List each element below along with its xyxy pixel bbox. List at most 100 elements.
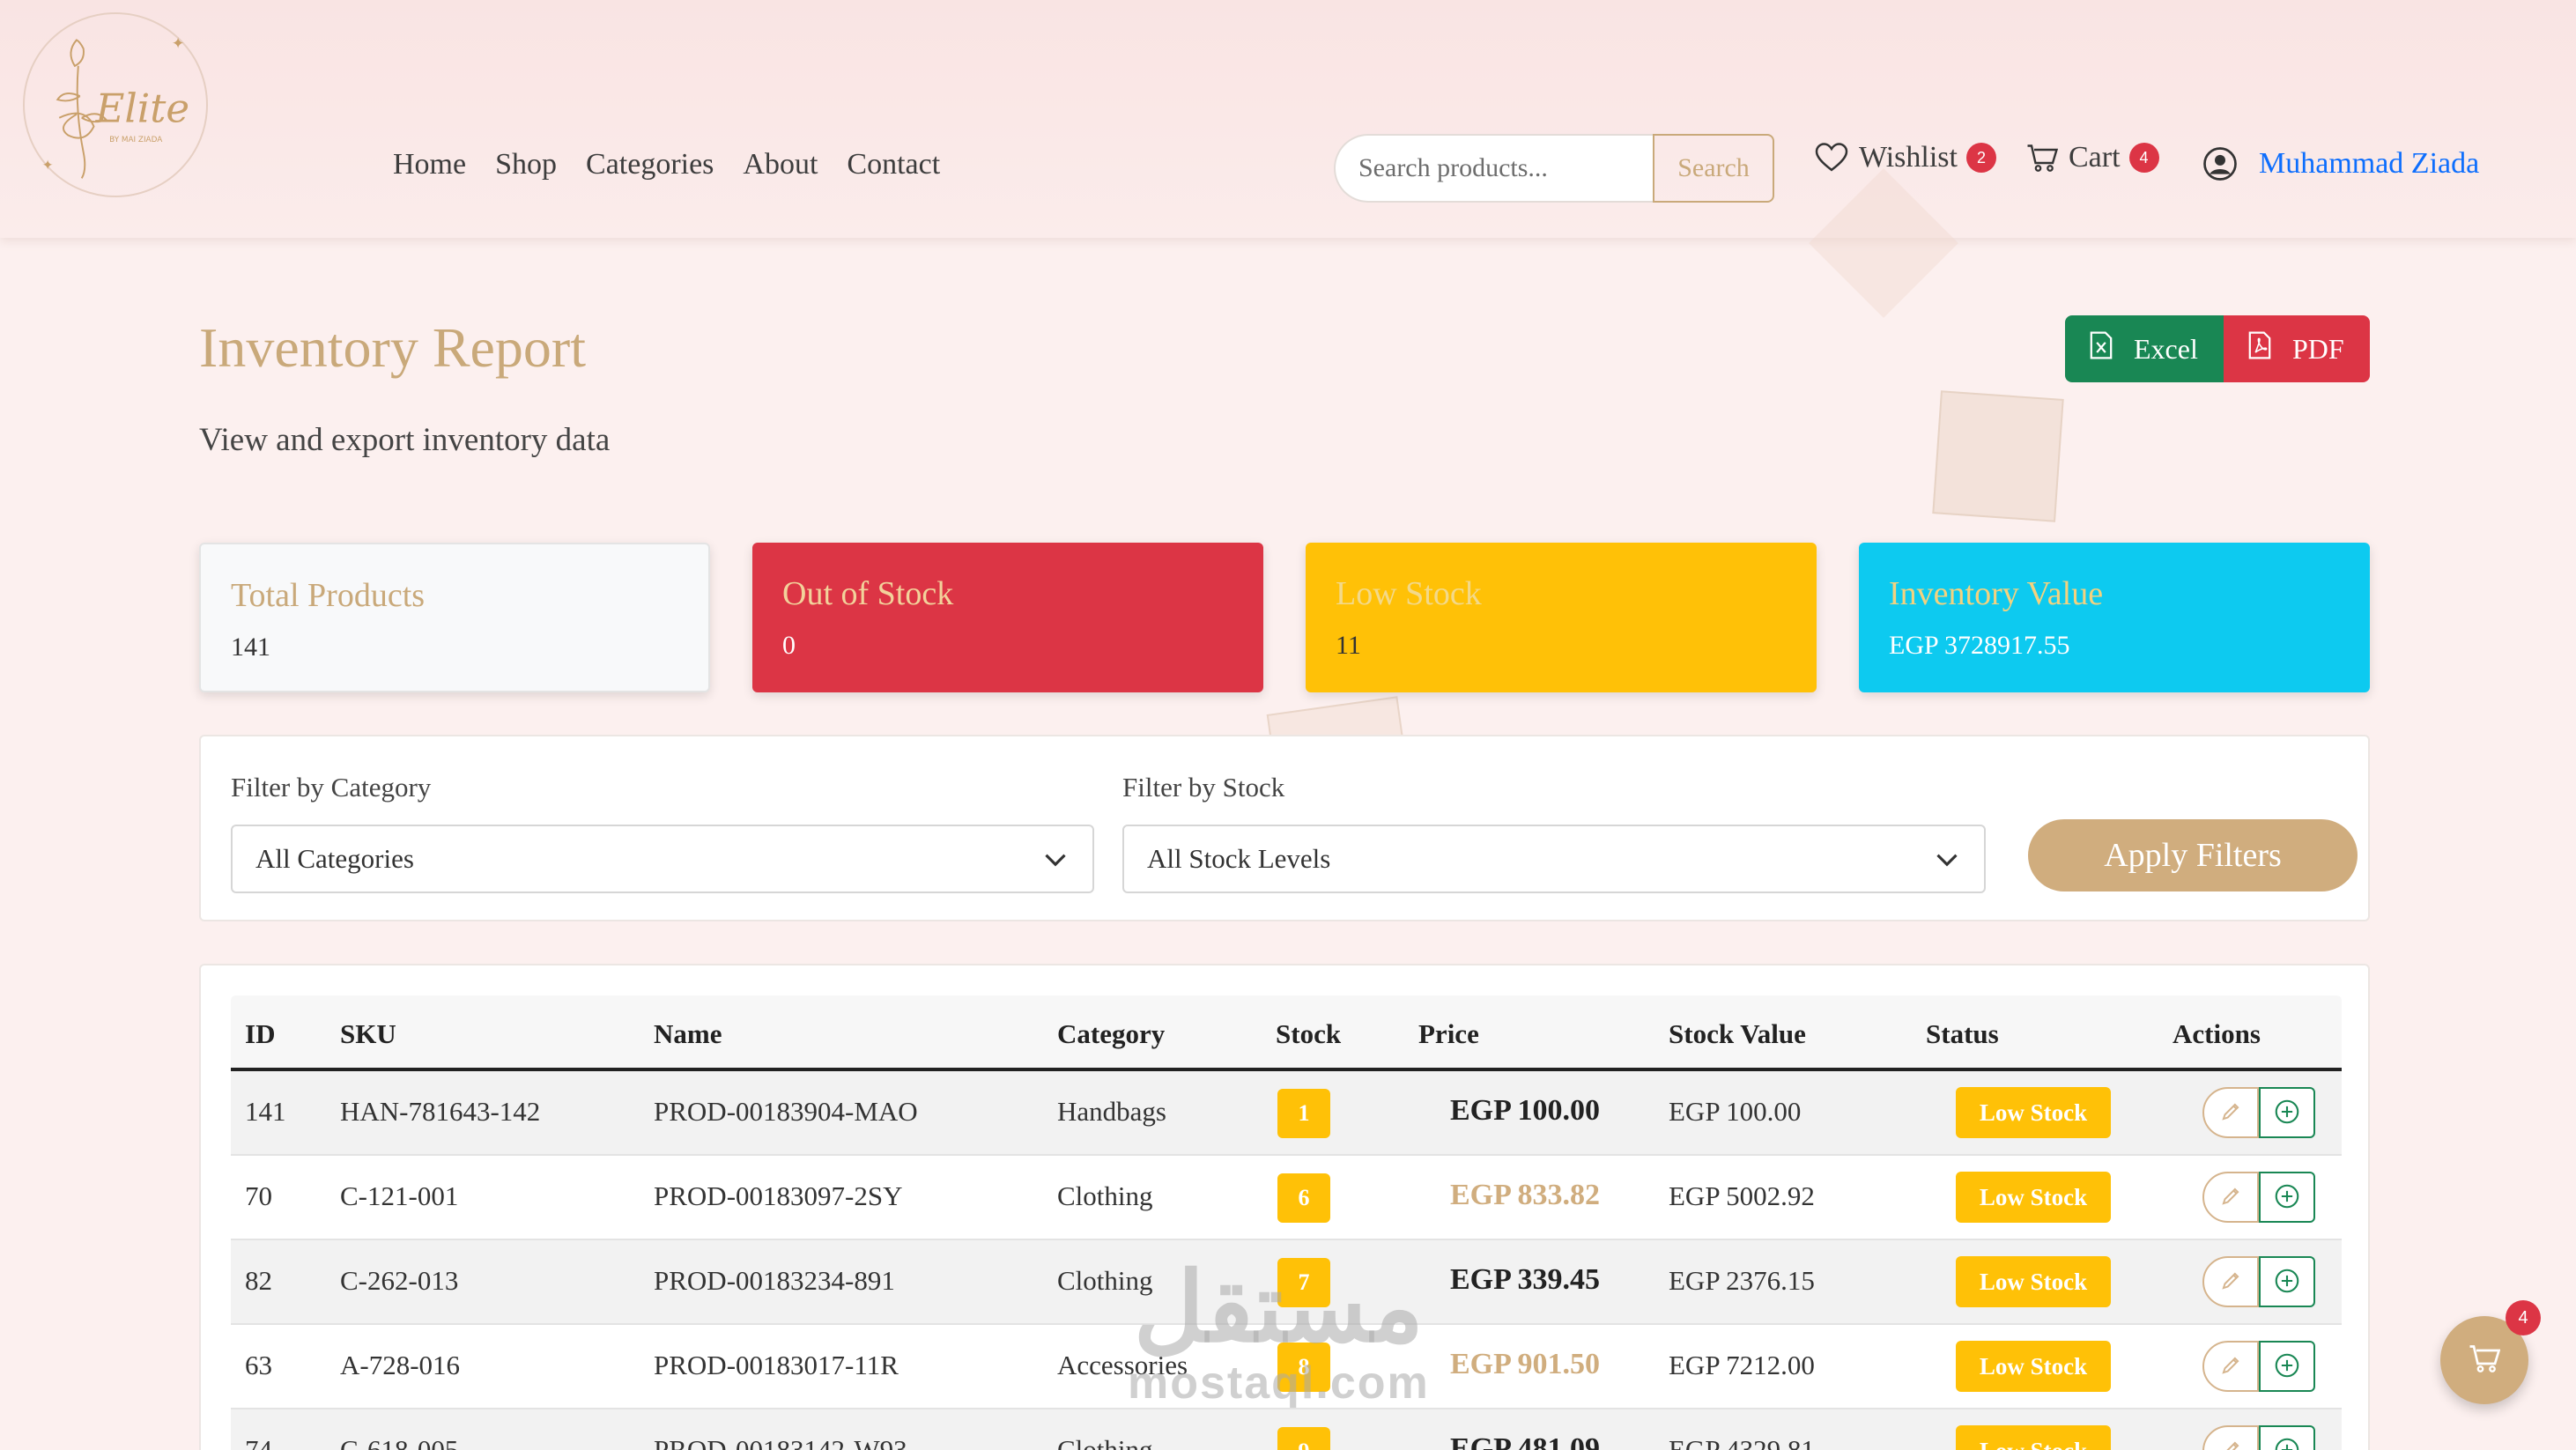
excel-label: Excel — [2134, 332, 2198, 365]
plus-circle-icon — [2275, 1099, 2299, 1127]
cell-sku: C-262-013 — [340, 1265, 459, 1296]
main-nav: Home Shop Categories About Contact — [393, 148, 940, 181]
nav-contact-link[interactable]: Contact — [847, 148, 940, 181]
column-header-name[interactable]: Name — [654, 1018, 722, 1050]
column-header-id[interactable]: ID — [245, 1018, 275, 1050]
cell-price: EGP 901.50 — [1450, 1348, 1601, 1380]
stat-card-low-stock: Low Stock 11 — [1306, 543, 1817, 692]
floating-cart-count-badge: 4 — [2506, 1300, 2541, 1335]
add-stock-button[interactable] — [2259, 1087, 2315, 1138]
page-subtitle: View and export inventory data — [199, 422, 611, 458]
nav-categories-link[interactable]: Categories — [586, 148, 714, 181]
cart-icon — [2026, 143, 2058, 173]
nav-about-link[interactable]: About — [743, 148, 818, 181]
svg-text:BY MAI ZIADA: BY MAI ZIADA — [109, 136, 162, 144]
cell-category: Clothing — [1057, 1434, 1153, 1450]
table-header: ID SKU Name Category Stock Price Stock V… — [231, 995, 2342, 1071]
column-header-actions: Actions — [2173, 1018, 2261, 1049]
column-header-stock-value[interactable]: Stock Value — [1669, 1018, 1806, 1050]
page-title: Inventory Report — [199, 316, 586, 379]
cell-price: EGP 481.09 — [1450, 1432, 1601, 1450]
cart-link[interactable]: Cart 4 — [2026, 141, 2159, 174]
stat-label: Inventory Value — [1889, 575, 2104, 612]
edit-button[interactable] — [2202, 1172, 2259, 1223]
svg-text:Elite: Elite — [94, 85, 189, 132]
cell-id: 70 — [245, 1180, 272, 1211]
nav-home-link[interactable]: Home — [393, 148, 466, 181]
plus-circle-icon — [2275, 1353, 2299, 1380]
table-row: 70 C-121-001 PROD-00183097-2SY Clothing … — [231, 1156, 2342, 1240]
status-badge: Low Stock — [1956, 1087, 2111, 1138]
cell-category: Accessories — [1057, 1350, 1188, 1380]
cell-id: 74 — [245, 1434, 272, 1450]
plus-circle-icon — [2275, 1184, 2299, 1211]
edit-button[interactable] — [2202, 1087, 2259, 1138]
add-stock-button[interactable] — [2259, 1341, 2315, 1392]
pencil-icon — [2219, 1100, 2242, 1126]
nav-shop-link[interactable]: Shop — [495, 148, 557, 181]
inventory-table-card: ID SKU Name Category Stock Price Stock V… — [199, 964, 2370, 1450]
cell-id: 141 — [245, 1096, 286, 1127]
pencil-icon — [2219, 1439, 2242, 1450]
stock-count-badge: 8 — [1277, 1343, 1330, 1392]
filter-card: Filter by Category All Categories Filter… — [199, 735, 2370, 921]
user-name: Muhammad Ziada — [2259, 147, 2480, 180]
file-pdf-icon — [2248, 331, 2271, 366]
table-row: 74 C-618-005 PROD-00183142-W93 Clothing … — [231, 1409, 2342, 1450]
cell-category: Clothing — [1057, 1265, 1153, 1296]
cell-stock-value: EGP 2376.15 — [1669, 1265, 1815, 1296]
export-pdf-button[interactable]: PDF — [2224, 315, 2370, 382]
export-button-group: Excel PDF — [2065, 315, 2370, 382]
edit-button[interactable] — [2202, 1425, 2259, 1450]
stat-value: 0 — [782, 631, 796, 660]
cell-price: EGP 100.00 — [1450, 1094, 1601, 1127]
navbar: Elite BY MAI ZIADA ✦ ✦ Home Shop Categor… — [0, 0, 2576, 238]
cell-price: EGP 833.82 — [1450, 1179, 1601, 1211]
edit-button[interactable] — [2202, 1341, 2259, 1392]
stock-select[interactable]: All Stock Levels — [1122, 825, 1986, 893]
cell-id: 82 — [245, 1265, 272, 1296]
pencil-icon — [2219, 1185, 2242, 1210]
file-excel-icon — [2090, 331, 2113, 366]
status-badge: Low Stock — [1956, 1172, 2111, 1223]
add-stock-button[interactable] — [2259, 1172, 2315, 1223]
edit-button[interactable] — [2202, 1256, 2259, 1307]
cell-sku: C-121-001 — [340, 1180, 459, 1211]
search-input[interactable] — [1334, 134, 1653, 203]
category-select[interactable]: All Categories — [231, 825, 1094, 893]
column-header-stock[interactable]: Stock — [1276, 1018, 1341, 1050]
search-button[interactable]: Search — [1653, 134, 1774, 203]
column-header-status[interactable]: Status — [1926, 1018, 1999, 1050]
chevron-down-icon — [1935, 847, 1959, 879]
user-menu[interactable]: Muhammad Ziada — [2202, 146, 2479, 181]
cell-category: Clothing — [1057, 1180, 1153, 1211]
wishlist-count-badge: 2 — [1965, 143, 1996, 173]
table-row: 141 HAN-781643-142 PROD-00183904-MAO Han… — [231, 1071, 2342, 1156]
user-circle-icon — [2202, 146, 2238, 181]
export-excel-button[interactable]: Excel — [2065, 315, 2224, 382]
add-stock-button[interactable] — [2259, 1256, 2315, 1307]
pencil-icon — [2219, 1354, 2242, 1380]
column-header-sku[interactable]: SKU — [340, 1018, 396, 1050]
table-row: 63 A-728-016 PROD-00183017-11R Accessori… — [231, 1325, 2342, 1409]
apply-filters-button[interactable]: Apply Filters — [2028, 819, 2358, 891]
add-stock-button[interactable] — [2259, 1425, 2315, 1450]
cell-id: 63 — [245, 1350, 272, 1380]
column-header-category[interactable]: Category — [1057, 1018, 1165, 1050]
stock-count-badge: 7 — [1277, 1258, 1330, 1307]
status-badge: Low Stock — [1956, 1425, 2111, 1450]
svg-text:✦: ✦ — [172, 34, 185, 52]
search-form: Search — [1334, 134, 1774, 203]
cell-name: PROD-00183904-MAO — [654, 1096, 918, 1127]
stat-value: 11 — [1336, 631, 1361, 660]
stat-label: Out of Stock — [782, 575, 954, 612]
cell-price: EGP 339.45 — [1450, 1263, 1601, 1296]
wishlist-link[interactable]: Wishlist 2 — [1815, 141, 1996, 174]
column-header-price[interactable]: Price — [1418, 1018, 1479, 1050]
decor-shape — [1932, 390, 2064, 522]
chevron-down-icon — [1043, 847, 1068, 879]
stock-count-badge: 9 — [1277, 1427, 1330, 1450]
cart-count-badge: 4 — [2128, 143, 2159, 173]
cell-name: PROD-00183142-W93 — [654, 1434, 907, 1450]
brand-logo[interactable]: Elite BY MAI ZIADA ✦ ✦ — [23, 12, 208, 197]
